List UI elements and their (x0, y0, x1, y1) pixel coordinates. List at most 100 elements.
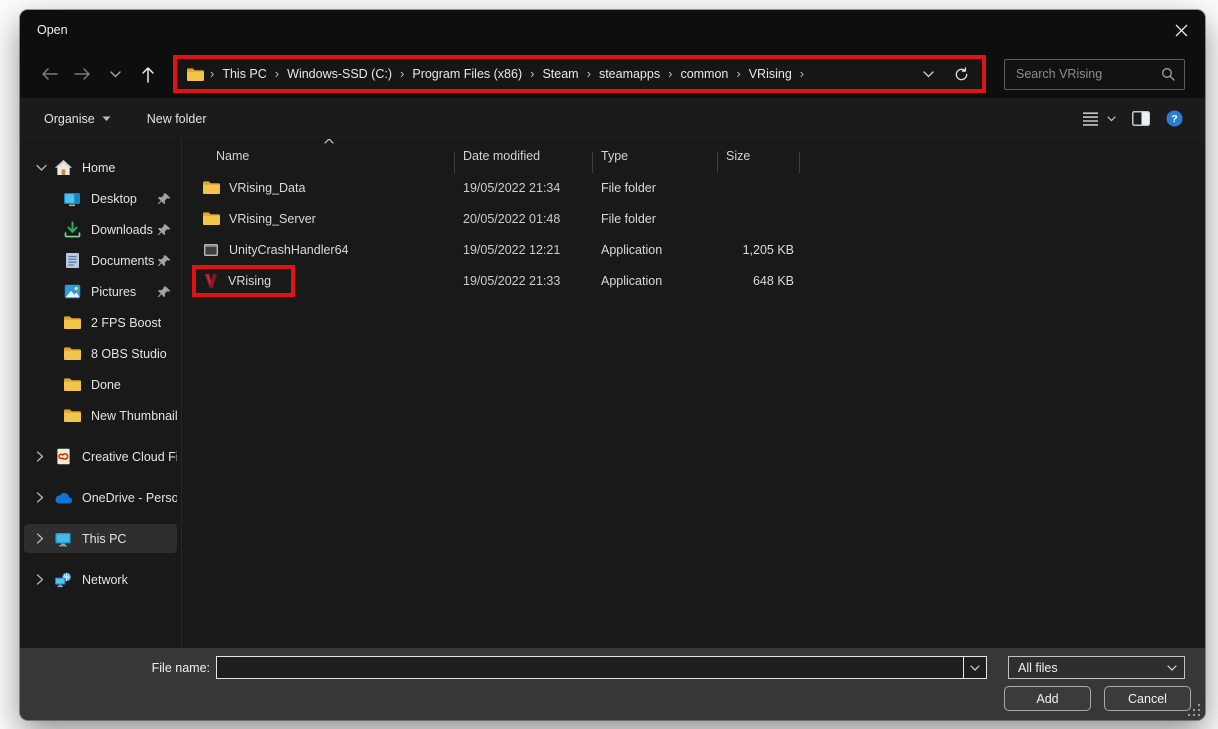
tree-expander[interactable] (36, 164, 53, 172)
folder-icon (202, 211, 220, 227)
address-bar-controls (923, 66, 973, 82)
sidebar-item-home[interactable]: Home (24, 153, 177, 182)
file-name-label: File name: (151, 661, 210, 675)
tree-expander[interactable] (36, 574, 53, 585)
vrising-icon (202, 273, 220, 289)
close-button[interactable] (1157, 10, 1205, 50)
file-row[interactable]: VRising_Data 19/05/2022 21:34 File folder (196, 172, 1205, 203)
sidebar-item-done[interactable]: Done (24, 370, 177, 399)
breadcrumb-item[interactable]: Program Files (x86) (410, 67, 524, 81)
folder-icon (62, 376, 82, 394)
sidebar-item-creative-cloud-files[interactable]: Creative Cloud Files (24, 442, 177, 471)
home-icon (53, 159, 73, 177)
breadcrumb-separator: › (799, 65, 805, 81)
view-mode-button[interactable] (1082, 111, 1116, 126)
help-button[interactable]: ? (1166, 110, 1183, 127)
folder-icon (62, 314, 82, 332)
folder-icon (202, 180, 220, 196)
sidebar-item-label: Pictures (91, 284, 137, 299)
file-type-select[interactable]: All files (1008, 656, 1185, 679)
sidebar-item-label: Downloads (91, 222, 153, 237)
tree-expander[interactable] (36, 492, 53, 503)
dialog-body: Home Desktop Downloads Documents Pictures 2 F… (20, 139, 1205, 648)
breadcrumb-separator: › (668, 65, 673, 81)
breadcrumb-item[interactable]: common (678, 67, 730, 81)
breadcrumb-item[interactable]: Windows-SSD (C:) (285, 67, 394, 81)
creative-cloud-icon (53, 448, 73, 466)
sidebar-item-label: New Thumbnails (91, 408, 177, 423)
tree-expander[interactable] (36, 533, 53, 544)
file-row[interactable]: VRising_Server 20/05/2022 01:48 File folde… (196, 203, 1205, 234)
chevron-down-icon (1167, 664, 1177, 671)
file-date-cell: 19/05/2022 12:21 (463, 242, 561, 257)
column-header-date-modified[interactable]: Date modified (455, 149, 593, 173)
file-name-label: VRising (228, 273, 272, 288)
file-name-combobox[interactable] (216, 656, 987, 679)
pin-icon (157, 285, 172, 299)
forward-button[interactable] (69, 59, 95, 89)
window-title: Open (37, 23, 68, 37)
folder-icon (62, 345, 82, 363)
sidebar-item-this-pc[interactable]: This PC (24, 524, 177, 553)
up-button[interactable] (135, 59, 161, 89)
breadcrumb-item[interactable]: This PC (220, 67, 268, 81)
navigation-pane: Home Desktop Downloads Documents Pictures 2 F… (20, 139, 182, 648)
recent-locations-button[interactable] (102, 59, 128, 89)
sidebar-item-downloads[interactable]: Downloads (24, 215, 177, 244)
file-row[interactable]: VRising 19/05/2022 21:33 Application 648 KB (192, 264, 1205, 297)
file-rows: VRising_Data 19/05/2022 21:34 File folder V… (192, 172, 1205, 297)
search-icon (1162, 68, 1175, 81)
breadcrumb-separator: › (586, 65, 591, 81)
sidebar-item-pictures[interactable]: Pictures (24, 277, 177, 306)
add-button[interactable]: Add (1004, 686, 1091, 711)
file-name-label: VRising_Data (229, 180, 306, 195)
open-dialog-window: Open › This PC › Windows-SSD (C:) › Program F… (20, 10, 1205, 720)
file-row[interactable]: UnityCrashHandler64 19/05/2022 12:21 Appli… (196, 234, 1205, 265)
column-header-name[interactable]: Name (196, 149, 455, 173)
new-folder-button[interactable]: New folder (147, 112, 207, 126)
back-button[interactable] (36, 59, 62, 89)
sidebar-item-onedrive-personal[interactable]: OneDrive - Personal (24, 483, 177, 512)
breadcrumb-item[interactable]: VRising (747, 67, 794, 81)
pin-icon (157, 223, 172, 237)
address-dropdown-button[interactable] (923, 70, 934, 78)
breadcrumb-separator: › (400, 65, 405, 81)
file-type-value: All files (1018, 660, 1058, 675)
file-date-cell: 19/05/2022 21:33 (463, 273, 561, 288)
organise-button[interactable]: Organise (44, 112, 111, 126)
file-type-cell: Application (601, 273, 663, 288)
breadcrumb-separator: › (274, 65, 280, 81)
breadcrumb-item[interactable]: steamapps (597, 67, 662, 81)
column-header-size[interactable]: Size (718, 149, 800, 173)
file-list-pane: Name Date modified Type Size VRising_Data 19… (182, 139, 1205, 648)
search-box[interactable] (1004, 58, 1185, 90)
resize-grip[interactable] (1187, 703, 1200, 716)
file-name-dropdown-button[interactable] (964, 657, 986, 678)
refresh-button[interactable] (954, 66, 969, 82)
sidebar-item-documents[interactable]: Documents (24, 246, 177, 275)
sidebar-item-8-obs-studio[interactable]: 8 OBS Studio (24, 339, 177, 368)
sidebar-item-label: Documents (91, 253, 155, 268)
search-input[interactable] (1014, 66, 1161, 82)
breadcrumb-item[interactable]: Steam (540, 67, 580, 81)
arrow-up-icon (142, 66, 154, 83)
address-bar[interactable]: › This PC › Windows-SSD (C:) › Program Files … (173, 55, 986, 93)
sidebar-item-new-thumbnails[interactable]: New Thumbnails (24, 401, 177, 430)
breadcrumb-separator: › (736, 65, 741, 81)
tree-expander[interactable] (36, 451, 53, 462)
folder-icon (186, 67, 204, 82)
sidebar-item-2-fps-boost[interactable]: 2 FPS Boost (24, 308, 177, 337)
chevron-down-icon (102, 116, 111, 121)
cancel-button[interactable]: Cancel (1104, 686, 1191, 711)
sidebar-item-network[interactable]: Network (24, 565, 177, 594)
preview-pane-button[interactable] (1132, 111, 1150, 126)
file-name-input[interactable] (217, 657, 964, 678)
column-header-type[interactable]: Type (593, 149, 718, 173)
chevron-down-icon (970, 664, 980, 671)
sidebar-item-label: Desktop (91, 191, 137, 206)
sidebar-item-desktop[interactable]: Desktop (24, 184, 177, 213)
annotation-box: VRising (192, 264, 296, 297)
breadcrumb: › This PC › Windows-SSD (C:) › Program Files … (186, 65, 810, 82)
documents-icon (62, 252, 82, 270)
preview-pane-icon (1132, 111, 1150, 126)
